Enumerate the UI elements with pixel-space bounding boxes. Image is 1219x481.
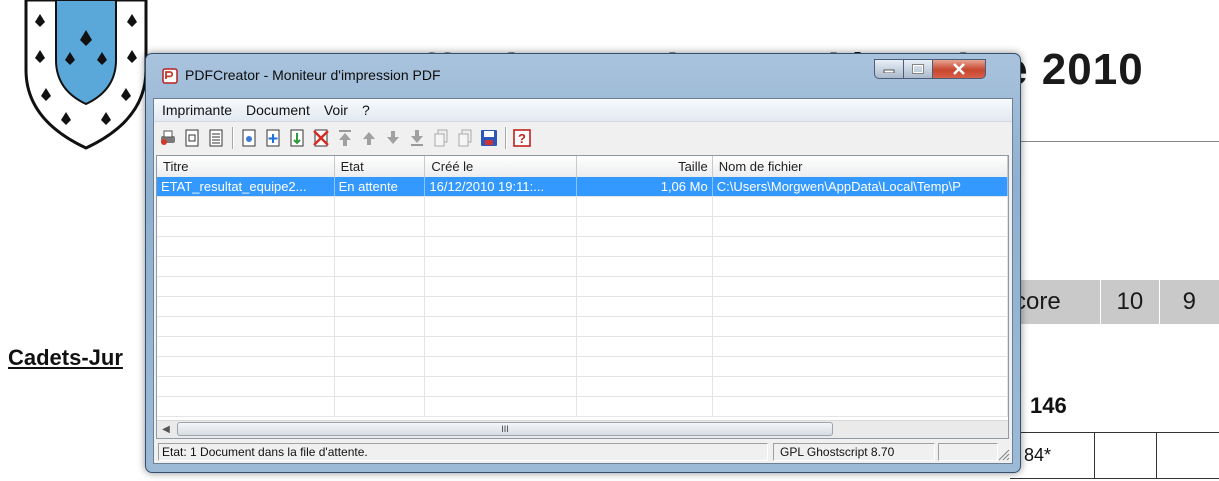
save-button[interactable] — [479, 127, 499, 149]
add-document-button[interactable] — [263, 127, 283, 149]
move-top-button[interactable] — [335, 127, 355, 149]
score-row: 84* — [1010, 432, 1219, 479]
help-button[interactable]: ? — [512, 127, 532, 149]
delete-icon — [313, 129, 329, 147]
document-button[interactable] — [182, 127, 202, 149]
scroll-left-arrow-icon[interactable]: ◀ — [159, 423, 173, 436]
svg-text:?: ? — [518, 131, 526, 146]
maximize-icon — [912, 64, 924, 74]
score-row-cell — [1095, 433, 1157, 478]
table-row[interactable]: ETAT_resultat_equipe2... En attente 16/1… — [157, 177, 1008, 197]
cell-taille: 1,06 Mo — [577, 177, 713, 196]
empty-row — [157, 217, 1008, 237]
ghostscript-version: GPL Ghostscript 8.70 — [773, 443, 935, 461]
printer-icon — [161, 130, 175, 145]
duplicate-button[interactable] — [431, 127, 451, 149]
column-taille[interactable]: Taille — [577, 156, 713, 177]
empty-row — [157, 237, 1008, 257]
list-header: Titre Etat Créé le Taille Nom de fichier — [157, 156, 1008, 178]
empty-row — [157, 277, 1008, 297]
section-heading: Cadets-Jur — [8, 345, 123, 370]
score-col-10: 10 — [1101, 280, 1160, 324]
coat-of-arms-icon — [24, 0, 148, 150]
menu-document[interactable]: Document — [240, 102, 316, 118]
open-document-button[interactable] — [239, 127, 259, 149]
move-bottom-button[interactable] — [407, 127, 427, 149]
document-icon — [185, 129, 199, 147]
save-icon — [481, 130, 497, 146]
toolbar: ? — [154, 123, 1012, 153]
empty-row — [157, 337, 1008, 357]
empty-row — [157, 377, 1008, 397]
score-header: core 10 9 — [1010, 280, 1219, 324]
window-client: Imprimante Document Voir ? ? Titre Etat … — [153, 98, 1013, 464]
cell-etat: En attente — [335, 177, 426, 196]
printer-button[interactable] — [158, 127, 178, 149]
empty-row — [157, 297, 1008, 317]
score-row-cell — [1157, 433, 1218, 478]
title-bar[interactable]: PDFCreator - Moniteur d'impression PDF — [146, 54, 1020, 92]
maximize-button[interactable] — [903, 59, 933, 79]
combine-button[interactable] — [287, 127, 307, 149]
duplicate-icon — [434, 129, 448, 147]
move-down-button[interactable] — [383, 127, 403, 149]
toolbar-separator — [505, 127, 507, 149]
move-bottom-icon — [411, 130, 423, 146]
list-rows: ETAT_resultat_equipe2... En attente 16/1… — [157, 177, 1008, 417]
close-button[interactable] — [932, 59, 986, 79]
pdfcreator-app-icon — [162, 68, 178, 84]
menu-voir[interactable]: Voir — [318, 102, 354, 118]
copy-icon — [458, 129, 472, 147]
score-row-value: 84* — [1010, 433, 1095, 478]
close-icon — [953, 63, 965, 75]
column-etat[interactable]: Etat — [335, 156, 426, 177]
print-queue-list[interactable]: Titre Etat Créé le Taille Nom de fichier… — [156, 155, 1009, 439]
score-col-9: 9 — [1182, 288, 1196, 315]
column-nom-de-fichier[interactable]: Nom de fichier — [713, 156, 1008, 177]
column-cree-le[interactable]: Créé le — [425, 156, 578, 177]
list-icon — [209, 129, 223, 147]
scrollbar-thumb[interactable]: III — [177, 422, 833, 436]
empty-row — [157, 397, 1008, 417]
cell-cree-le: 16/12/2010 19:11:... — [425, 177, 578, 196]
empty-row — [157, 257, 1008, 277]
divider — [1010, 141, 1219, 142]
cell-nom-de-fichier: C:\Users\Morgwen\AppData\Local\Temp\P — [713, 177, 1008, 196]
move-down-icon — [387, 131, 399, 144]
resize-grip-icon[interactable] — [996, 447, 1010, 461]
window-title: PDFCreator - Moniteur d'impression PDF — [185, 67, 441, 83]
move-up-button[interactable] — [359, 127, 379, 149]
menu-imprimante[interactable]: Imprimante — [156, 102, 238, 118]
empty-row — [157, 357, 1008, 377]
move-up-icon — [363, 132, 375, 145]
minimize-button[interactable] — [874, 59, 904, 79]
delete-button[interactable] — [311, 127, 331, 149]
menu-bar: Imprimante Document Voir ? — [154, 99, 1012, 122]
copy-button[interactable] — [455, 127, 475, 149]
help-icon: ? — [513, 129, 531, 147]
status-panel — [938, 443, 998, 461]
menu-help[interactable]: ? — [356, 102, 376, 118]
add-document-icon — [266, 129, 280, 147]
combine-icon — [290, 129, 304, 147]
empty-row — [157, 317, 1008, 337]
horizontal-scrollbar[interactable]: ◀ III — [157, 420, 1008, 438]
empty-row — [157, 197, 1008, 217]
toolbar-separator — [232, 127, 234, 149]
open-document-icon — [242, 129, 256, 147]
pdfcreator-window: PDFCreator - Moniteur d'impression PDF I… — [145, 53, 1021, 473]
minimize-icon — [883, 69, 895, 73]
score-label: core — [1010, 280, 1102, 324]
list-button[interactable] — [206, 127, 226, 149]
column-titre[interactable]: Titre — [157, 156, 335, 177]
move-top-icon — [339, 130, 351, 146]
status-bar: Etat: 1 Document dans la file d'attente.… — [154, 441, 1012, 463]
total-number: 146 — [1030, 393, 1067, 418]
cell-titre: ETAT_resultat_equipe2... — [157, 177, 335, 196]
status-text: Etat: 1 Document dans la file d'attente. — [158, 443, 768, 461]
